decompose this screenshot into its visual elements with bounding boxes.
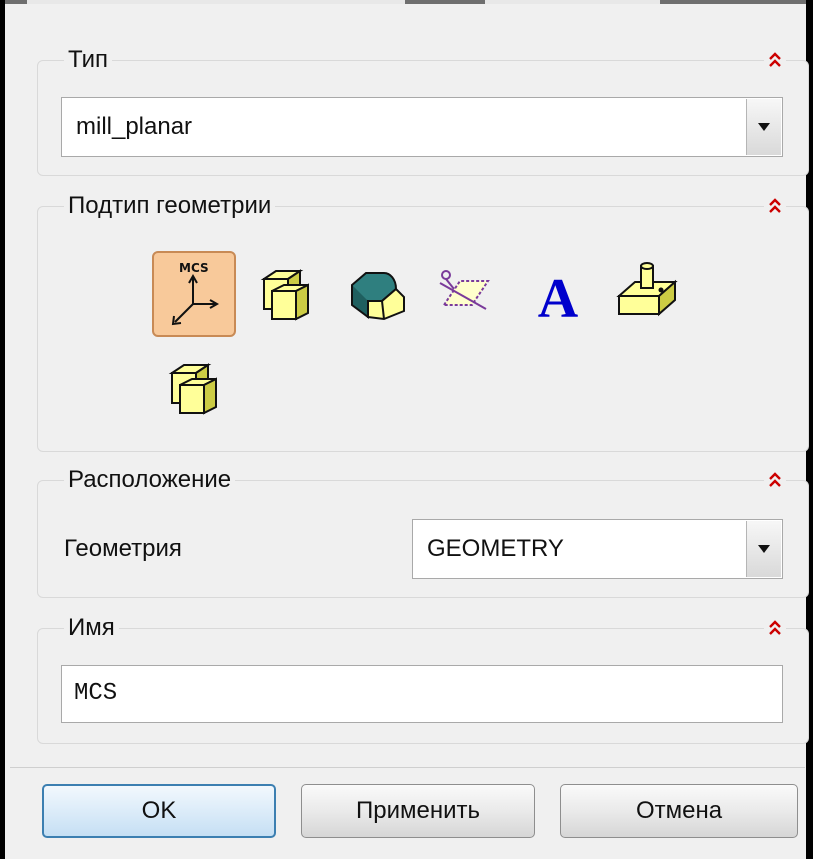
mcs-icon[interactable]: MCS [152,251,236,337]
mill-area-icon[interactable] [336,255,416,335]
location-group-title: Расположение [64,463,236,497]
type-group: Тип mill_planar [37,43,809,176]
svg-text:A: A [538,268,579,325]
divider [10,767,805,768]
type-select[interactable]: mill_planar [61,97,783,157]
name-group: Имя MCS [37,611,809,744]
mcs-label: MCS [179,261,209,275]
mill-bnd-icon[interactable] [608,251,688,331]
create-geometry-dialog: Тип mill_planar Подтип геометрии MCS A Р… [5,4,809,859]
text-icon[interactable]: A [518,255,598,335]
boundary-icon[interactable] [424,255,504,335]
collapse-icon[interactable] [764,467,786,493]
name-group-title: Имя [64,611,119,645]
name-input-value: MCS [74,680,118,707]
location-group: Расположение Геометрия GEOMETRY [37,463,809,598]
geometry-select[interactable]: GEOMETRY [412,519,783,579]
collapse-icon[interactable] [764,47,786,73]
mill-geom-icon[interactable] [152,349,232,429]
collapse-icon[interactable] [764,193,786,219]
geometry-select-value: GEOMETRY [427,535,564,562]
cancel-button[interactable]: Отмена [560,784,798,838]
apply-button[interactable]: Применить [301,784,535,838]
type-group-title: Тип [64,43,113,77]
type-select-value: mill_planar [76,113,193,140]
subtype-group: Подтип геометрии MCS A [37,189,809,452]
geometry-label: Геометрия [64,535,182,562]
workpiece-icon[interactable] [244,255,324,335]
ok-button[interactable]: OK [42,784,276,838]
chevron-down-icon[interactable] [746,521,781,577]
name-input[interactable]: MCS [61,665,783,723]
chevron-down-icon[interactable] [746,99,781,155]
collapse-icon[interactable] [764,615,786,641]
subtype-group-title: Подтип геометрии [64,189,276,223]
